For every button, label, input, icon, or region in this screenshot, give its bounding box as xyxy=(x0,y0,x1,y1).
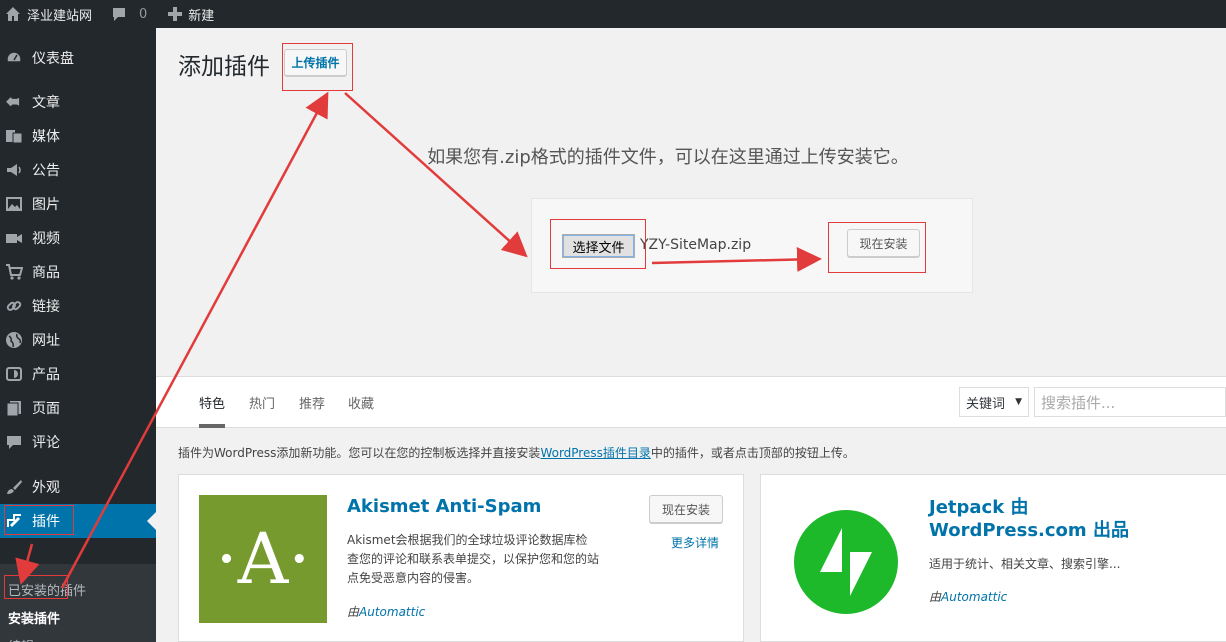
annotation-box-plugins xyxy=(4,505,74,535)
search-plugins-input[interactable]: 搜索插件... xyxy=(1034,387,1226,417)
sidebar-item-dashboard[interactable]: 仪表盘 xyxy=(0,41,156,75)
new-label: 新建 xyxy=(188,8,215,24)
submenu-editor[interactable]: 编辑 xyxy=(8,636,34,642)
sidebar-item-images[interactable]: 图片 xyxy=(0,187,156,221)
more-details-link[interactable]: 更多详情 xyxy=(671,534,719,551)
sidebar-item-label: 图片 xyxy=(32,197,60,213)
intro-text-end: 中的插件，或者点击顶部的按钮上传。 xyxy=(650,446,855,460)
plugin-card-akismet: ·A· Akismet Anti-Spam 现在安装 更多详情 Akismet会… xyxy=(178,474,744,642)
dashboard-icon xyxy=(4,48,24,68)
sidebar-item-notices[interactable]: 公告 xyxy=(0,153,156,187)
author-link[interactable]: Automattic xyxy=(941,590,1007,604)
sidebar-item-links[interactable]: 链接 xyxy=(0,289,156,323)
arrow-upload-to-choose-file xyxy=(344,92,528,258)
plugin-name-link[interactable]: Akismet Anti-Spam xyxy=(347,496,541,517)
image-icon xyxy=(4,194,24,214)
sidebar-item-label: 商品 xyxy=(32,265,60,281)
sidebar-item-label: 视频 xyxy=(32,231,60,247)
annotation-box-choose-file xyxy=(550,219,646,269)
tab-recommended[interactable]: 推荐 xyxy=(299,393,325,412)
sidebar-item-urls[interactable]: 网址 xyxy=(0,323,156,357)
author-prefix: 由 xyxy=(929,590,942,604)
sidebar-item-videos[interactable]: 视频 xyxy=(0,221,156,255)
plugin-card-jetpack: Jetpack 由 WordPress.com 出品 适用于统计、相关文章、搜索… xyxy=(760,474,1226,642)
tab-featured[interactable]: 特色 xyxy=(199,393,225,412)
sidebar-item-label: 页面 xyxy=(32,401,60,417)
admin-sidebar: 仪表盘 文章 媒体 公告 图片 视频 商品 链接 网址 产品 页面 评论 外观 … xyxy=(0,28,156,642)
author-prefix: 由 xyxy=(347,605,360,619)
pin-icon xyxy=(4,92,24,112)
plugin-directory-link[interactable]: WordPress插件目录 xyxy=(540,446,650,460)
plugin-author: 由Automattic xyxy=(347,603,425,620)
video-icon xyxy=(4,228,24,248)
media-icon xyxy=(4,126,24,146)
sidebar-item-products[interactable]: 商品 xyxy=(0,255,156,289)
search-type-value: 关键词 xyxy=(966,396,1006,412)
akismet-icon: ·A· xyxy=(199,495,327,623)
brush-icon xyxy=(4,477,24,497)
sidebar-item-label: 评论 xyxy=(32,435,60,451)
sidebar-item-label: 外观 xyxy=(32,480,60,496)
site-name-link[interactable]: 泽业建站网 xyxy=(0,0,100,28)
sidebar-item-label: 网址 xyxy=(32,333,60,349)
home-icon xyxy=(6,7,20,21)
plugin-author: 由Automattic xyxy=(929,588,1007,605)
globe-icon xyxy=(4,330,24,350)
caret-down-icon: ▼ xyxy=(1015,397,1022,407)
plugin-description: 适用于统计、相关文章、搜索引擎... xyxy=(929,557,1121,571)
author-link[interactable]: Automattic xyxy=(359,605,425,619)
plugins-intro: 插件为WordPress添加新功能。您可以在您的控制板选择并直接安装WordPr… xyxy=(178,444,855,461)
sidebar-item-comments[interactable]: 评论 xyxy=(0,425,156,459)
comments-link[interactable]: 0 xyxy=(106,0,155,28)
comment-icon xyxy=(4,432,24,452)
sidebar-item-posts[interactable]: 文章 xyxy=(0,85,156,119)
annotation-box-upload xyxy=(282,43,353,91)
sidebar-item-appearance[interactable]: 外观 xyxy=(0,470,156,504)
page-title: 添加插件 xyxy=(178,54,270,80)
sidebar-item-goods[interactable]: 产品 xyxy=(0,357,156,391)
plus-icon xyxy=(168,7,183,21)
upload-description: 如果您有.zip格式的插件文件，可以在这里通过上传安装它。 xyxy=(427,147,909,168)
jetpack-icon xyxy=(794,510,898,614)
install-now-button[interactable]: 现在安装 xyxy=(649,495,723,523)
annotation-box-add-plugin xyxy=(4,575,68,599)
comment-icon xyxy=(113,8,126,21)
selected-file-name: YZY-SiteMap.zip xyxy=(640,237,752,253)
link-icon xyxy=(4,296,24,316)
site-name: 泽业建站网 xyxy=(27,8,93,24)
page-icon xyxy=(4,398,24,418)
sidebar-item-label: 文章 xyxy=(32,95,60,111)
sidebar-item-pages[interactable]: 页面 xyxy=(0,391,156,425)
plugin-description: Akismet会根据我们的全球垃圾评论数据库检查您的评论和联系表单提交，以保护您… xyxy=(347,533,600,585)
intro-text: 插件为WordPress添加新功能。您可以在您的控制板选择并直接安装 xyxy=(178,446,541,460)
sidebar-item-label: 链接 xyxy=(32,299,60,315)
cart-icon xyxy=(4,262,24,282)
sidebar-item-label: 公告 xyxy=(32,163,60,179)
comments-count: 0 xyxy=(139,6,148,22)
plugin-filter-bar: 特色 热门 推荐 收藏 关键词 ▼ 搜索插件... xyxy=(156,376,1226,428)
active-menu-arrow xyxy=(147,512,156,530)
annotation-box-install xyxy=(828,222,926,273)
current-tab-indicator xyxy=(199,424,225,428)
sidebar-item-label: 媒体 xyxy=(32,129,60,145)
admin-bar: 泽业建站网 0 新建 xyxy=(0,0,1226,28)
sidebar-item-label: 仪表盘 xyxy=(32,51,74,67)
product-icon xyxy=(4,364,24,384)
megaphone-icon xyxy=(4,160,24,180)
tab-popular[interactable]: 热门 xyxy=(249,393,275,412)
plugin-name-link[interactable]: Jetpack 由 WordPress.com 出品 xyxy=(929,496,1189,542)
new-content-link[interactable]: 新建 xyxy=(163,0,222,28)
tab-favorites[interactable]: 收藏 xyxy=(348,393,374,412)
search-type-select[interactable]: 关键词 ▼ xyxy=(959,387,1029,417)
akismet-logo-letter: ·A· xyxy=(215,518,311,600)
sidebar-item-label: 产品 xyxy=(32,367,60,383)
sidebar-item-media[interactable]: 媒体 xyxy=(0,119,156,153)
submenu-add-plugin[interactable]: 安装插件 xyxy=(8,608,60,627)
